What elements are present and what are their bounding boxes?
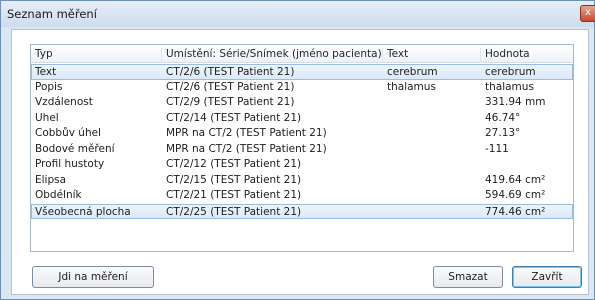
cell-location: CT/2/21 (TEST Patient 21) [166,189,302,201]
cell-value: 774.46 cm² [485,205,546,218]
cell-location: CT/2/12 (TEST Patient 21) [166,158,302,170]
table-row[interactable]: Úhel CT/2/14 (TEST Patient 21) 46.74° [31,111,573,127]
close-icon[interactable]: x [580,5,595,22]
delete-button[interactable]: Smazat [433,266,503,288]
cell-location: CT/2/14 (TEST Patient 21) [166,111,302,124]
cell-value: thalamus [485,80,534,93]
cell-location: CT/2/6 (TEST Patient 21) [166,80,295,93]
cell-location: MPR na CT/2 (TEST Patient 21) [166,127,327,139]
title-bar: Seznam měření x [1,1,595,27]
table-row[interactable]: Text CT/2/6 (TEST Patient 21) cerebrum cere… [31,64,573,80]
cell-typ: Elipsa [35,173,67,186]
cell-typ: Obdélník [35,189,82,201]
table-row[interactable]: Bodové měření MPR na CT/2 (TEST Patient 2… [31,142,573,158]
cell-typ: Bodové měření [35,142,115,155]
cell-typ: Profil hustoty [35,158,105,170]
cell-location: MPR na CT/2 (TEST Patient 21) [166,142,327,155]
column-header-type[interactable]: Typ [31,48,162,62]
cell-value: -111 [485,142,509,155]
table-row[interactable]: Vzdálenost CT/2/9 (TEST Patient 21) 331.94… [31,95,573,111]
cell-value: cerebrum [485,66,536,78]
measurement-list-dialog: Seznam měření x Typ Umístění: Série/Sním… [0,0,595,300]
table-row[interactable]: Popis CT/2/6 (TEST Patient 21) thalamus tha… [31,80,573,96]
cell-value: 419.64 cm² [485,173,546,186]
cell-typ: Text [35,66,57,78]
table-row[interactable]: Elipsa CT/2/15 (TEST Patient 21) 419.64 cm… [31,173,573,189]
table-row[interactable]: Obdélník CT/2/21 (TEST Patient 21) 594.69 … [31,188,573,204]
table-row[interactable]: Cobbův úhel MPR na CT/2 (TEST Patient 21)… [31,126,573,142]
goto-measurement-button[interactable]: Jdi na měření [32,266,154,288]
cell-typ: Všeobecná plocha [35,205,131,218]
table-body: Text CT/2/6 (TEST Patient 21) cerebrum cere… [31,64,573,219]
cell-value: 46.74° [485,111,521,124]
measurement-table[interactable]: Typ Umístění: Série/Snímek (jméno pacien… [30,44,574,252]
cell-location: CT/2/25 (TEST Patient 21) [166,205,302,218]
cell-typ: Cobbův úhel [35,127,101,139]
window-title: Seznam měření [7,7,97,21]
close-button[interactable]: Zavřít [512,266,582,288]
cell-typ: Úhel [35,111,59,124]
column-header-value[interactable]: Hodnota [481,48,573,62]
table-row[interactable]: Všeobecná plocha CT/2/25 (TEST Patient 21… [31,203,573,219]
cell-typ: Popis [35,80,63,93]
table-row[interactable]: Profil hustoty CT/2/12 (TEST Patient 21) [31,157,573,173]
column-header-text[interactable]: Text [383,48,481,62]
cell-typ: Vzdálenost [35,96,93,108]
column-header-location[interactable]: Umístění: Série/Snímek (jméno pacienta) [162,48,383,62]
cell-text: cerebrum [387,66,438,78]
table-header: Typ Umístění: Série/Snímek (jméno pacien… [31,45,573,63]
cell-location: CT/2/9 (TEST Patient 21) [166,96,295,108]
cell-text: thalamus [387,80,436,93]
dialog-body: Typ Umístění: Série/Snímek (jméno pacien… [11,29,589,295]
cell-value: 331.94 mm [485,96,546,108]
cell-location: CT/2/15 (TEST Patient 21) [166,173,302,186]
cell-location: CT/2/6 (TEST Patient 21) [166,66,295,78]
cell-value: 594.69 cm² [485,189,546,201]
cell-value: 27.13° [485,127,521,139]
